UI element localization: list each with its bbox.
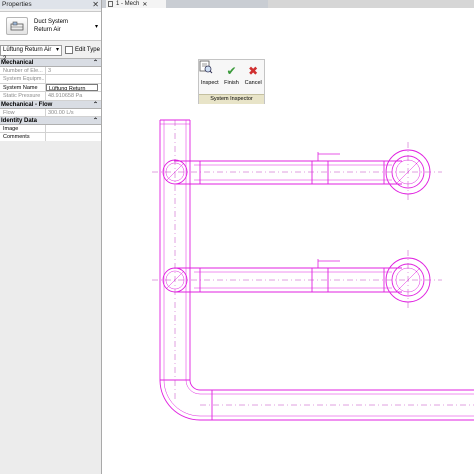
property-key: Image: [0, 124, 46, 133]
property-value: 3: [48, 68, 52, 74]
inspector-buttons: Inspect ✔ Finish ✖ Cancel: [199, 60, 264, 94]
cancel-label: Cancel: [244, 80, 262, 86]
section-mechanical[interactable]: Mechanical ⌃: [0, 59, 101, 67]
property-row: Number of Ele... 3: [0, 67, 101, 76]
collapse-icon: ⌃: [92, 117, 98, 124]
property-row: Image: [0, 124, 101, 134]
type-family: Duct System: [34, 19, 69, 25]
section-title: Identity Data: [1, 117, 38, 124]
section-mechanical-flow[interactable]: Mechanical - Flow ⌃: [0, 100, 101, 109]
view-icon: [108, 1, 113, 7]
properties-empty-area: [0, 141, 101, 474]
section-title: Mechanical - Flow: [1, 101, 53, 108]
system-inspector-panel: Inspect ✔ Finish ✖ Cancel System Inspect…: [198, 59, 265, 104]
section-identity-data[interactable]: Identity Data ⌃: [0, 116, 101, 125]
property-row: Flow 300.00 L/s: [0, 108, 101, 117]
edit-type-button[interactable]: Edit Type: [65, 46, 100, 54]
property-value: [46, 75, 101, 82]
type-name: Duct System Return Air: [34, 18, 68, 34]
inspect-label: Inspect: [200, 80, 219, 86]
instance-selector[interactable]: Lüftung Return Air 2 ▾: [0, 44, 62, 62]
finish-label: Finish: [224, 80, 239, 86]
vertical-duct: [189, 120, 474, 391]
property-key: Flow: [0, 108, 46, 116]
property-row: Static Pressure 48.910658 Pa: [0, 92, 101, 101]
cancel-button[interactable]: ✖ Cancel: [242, 60, 264, 94]
inspect-button[interactable]: Inspect: [199, 60, 221, 94]
tab-label: 1 - Mech: [116, 1, 140, 7]
collapse-icon: ⌃: [92, 60, 98, 66]
property-key: System Name: [0, 83, 46, 92]
properties-header: Properties ✕: [0, 0, 101, 9]
revit-window: Properties ✕ Duct System Return Air ▾ Lü…: [0, 0, 474, 474]
edit-type-icon: [65, 46, 73, 54]
inspector-title: System Inspector: [199, 94, 264, 104]
finish-check-icon: ✔: [226, 64, 237, 78]
edit-type-label: Edit Type: [75, 47, 100, 53]
property-key: Number of Ele...: [0, 67, 46, 75]
instance-selector-value: Lüftung Return Air 2: [3, 46, 52, 62]
type-selector[interactable]: Duct System Return Air ▾: [0, 11, 101, 41]
drawing-canvas[interactable]: Inspect ✔ Finish ✖ Cancel System Inspect…: [102, 8, 474, 474]
property-value[interactable]: [46, 125, 101, 132]
property-key: System Equipm...: [0, 75, 46, 83]
collapse-icon: ⌃: [92, 101, 98, 108]
property-value: 48.910658 Pa: [48, 93, 83, 100]
section-title: Mechanical: [1, 60, 34, 66]
instance-row: Lüftung Return Air 2 ▾ Edit Type: [0, 44, 101, 62]
chevron-down-icon: ▾: [55, 46, 59, 53]
properties-title: Properties: [2, 1, 32, 8]
cancel-x-icon: ✖: [248, 64, 259, 78]
property-value[interactable]: [46, 133, 101, 140]
close-icon[interactable]: ✕: [92, 0, 99, 9]
tab-1-mech[interactable]: 1 - Mech ✕: [106, 0, 166, 8]
tab-strip: [268, 0, 474, 8]
duct-drawing: [152, 119, 474, 421]
system-name-field[interactable]: Lüftung Return: [46, 83, 98, 92]
duct-system-icon: [6, 17, 28, 35]
type-name-value: Return Air: [34, 27, 61, 33]
property-row: System Equipm...: [0, 75, 101, 84]
property-row-system-name[interactable]: System Name Lüftung Return: [0, 83, 101, 93]
finish-button[interactable]: ✔ Finish: [221, 60, 243, 94]
property-value: 300.00 L/s: [48, 109, 74, 116]
property-key: Comments: [0, 133, 46, 141]
properties-grid: Mechanical ⌃ Number of Ele... 3 System E…: [0, 58, 101, 142]
properties-palette: Properties ✕ Duct System Return Air ▾ Lü…: [0, 0, 102, 474]
close-icon[interactable]: ✕: [142, 1, 147, 8]
property-key: Static Pressure: [0, 92, 46, 100]
chevron-down-icon[interactable]: ▾: [95, 23, 98, 30]
view-tab-bar: 1 - Mech ✕: [102, 0, 474, 8]
